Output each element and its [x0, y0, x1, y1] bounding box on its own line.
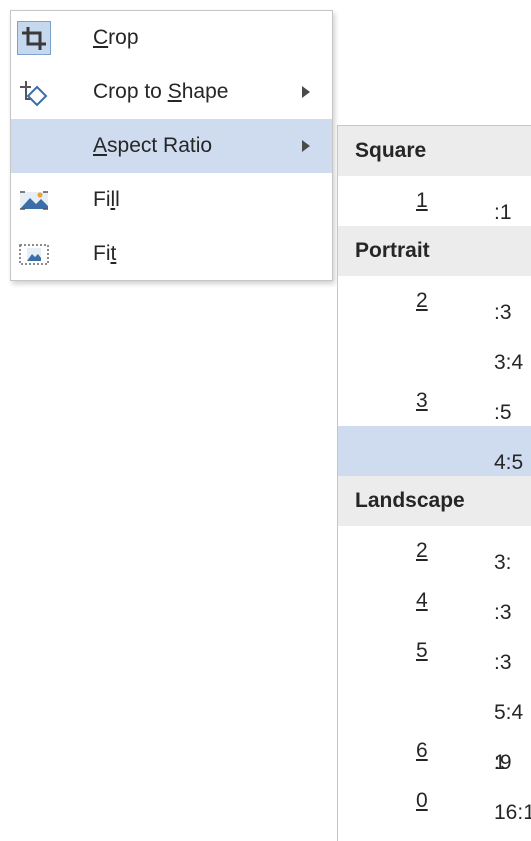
aspect-option-16-10[interactable]: 16:1 0	[338, 776, 531, 826]
section-header-portrait: Portrait	[338, 226, 531, 276]
menu-item-crop[interactable]: Crop	[11, 11, 332, 65]
submenu-arrow-icon	[302, 140, 310, 152]
menu-item-label: Crop to Shape	[93, 80, 229, 103]
menu-item-label: Aspect Ratio	[93, 134, 213, 157]
menu-item-label: Fit	[93, 242, 117, 265]
menu-item-fill[interactable]: Fill	[11, 173, 332, 227]
aspect-option-2-3[interactable]: 2:3	[338, 276, 531, 326]
aspect-option-1-1[interactable]: 1:1	[338, 176, 531, 226]
crop-context-menu: Crop Crop to Shape Aspect Ratio Fill Fit	[10, 10, 333, 281]
aspect-option-16-9[interactable]: 1 6:9	[338, 726, 531, 776]
menu-item-fit[interactable]: Fit	[11, 227, 332, 281]
aspect-option-5-4[interactable]: 5:4	[338, 676, 531, 726]
submenu-arrow-icon	[302, 86, 310, 98]
crop-icon	[17, 21, 51, 55]
menu-item-label: Fill	[93, 188, 120, 211]
section-header-square: Square	[338, 126, 531, 176]
aspect-option-3-5[interactable]: 3:5	[338, 376, 531, 426]
fill-picture-icon	[17, 183, 51, 217]
aspect-option-4-3[interactable]: 4:3	[338, 576, 531, 626]
menu-item-crop-to-shape[interactable]: Crop to Shape	[11, 65, 332, 119]
fit-picture-icon	[17, 237, 51, 271]
menu-item-label: Crop	[93, 26, 139, 49]
menu-item-aspect-ratio[interactable]: Aspect Ratio	[11, 119, 332, 173]
aspect-option-3-4[interactable]: 3:4	[338, 326, 531, 376]
section-header-landscape: Landscape	[338, 476, 531, 526]
crop-to-shape-icon	[17, 75, 51, 109]
aspect-option-4-5[interactable]: 4:5	[338, 426, 531, 476]
aspect-option-3-2[interactable]: 3: 2	[338, 526, 531, 576]
aspect-ratio-submenu: Square 1:1 Portrait 2:3 3:4 3:5 4:5 Land…	[337, 125, 531, 841]
aspect-option-5-3[interactable]: 5:3	[338, 626, 531, 676]
